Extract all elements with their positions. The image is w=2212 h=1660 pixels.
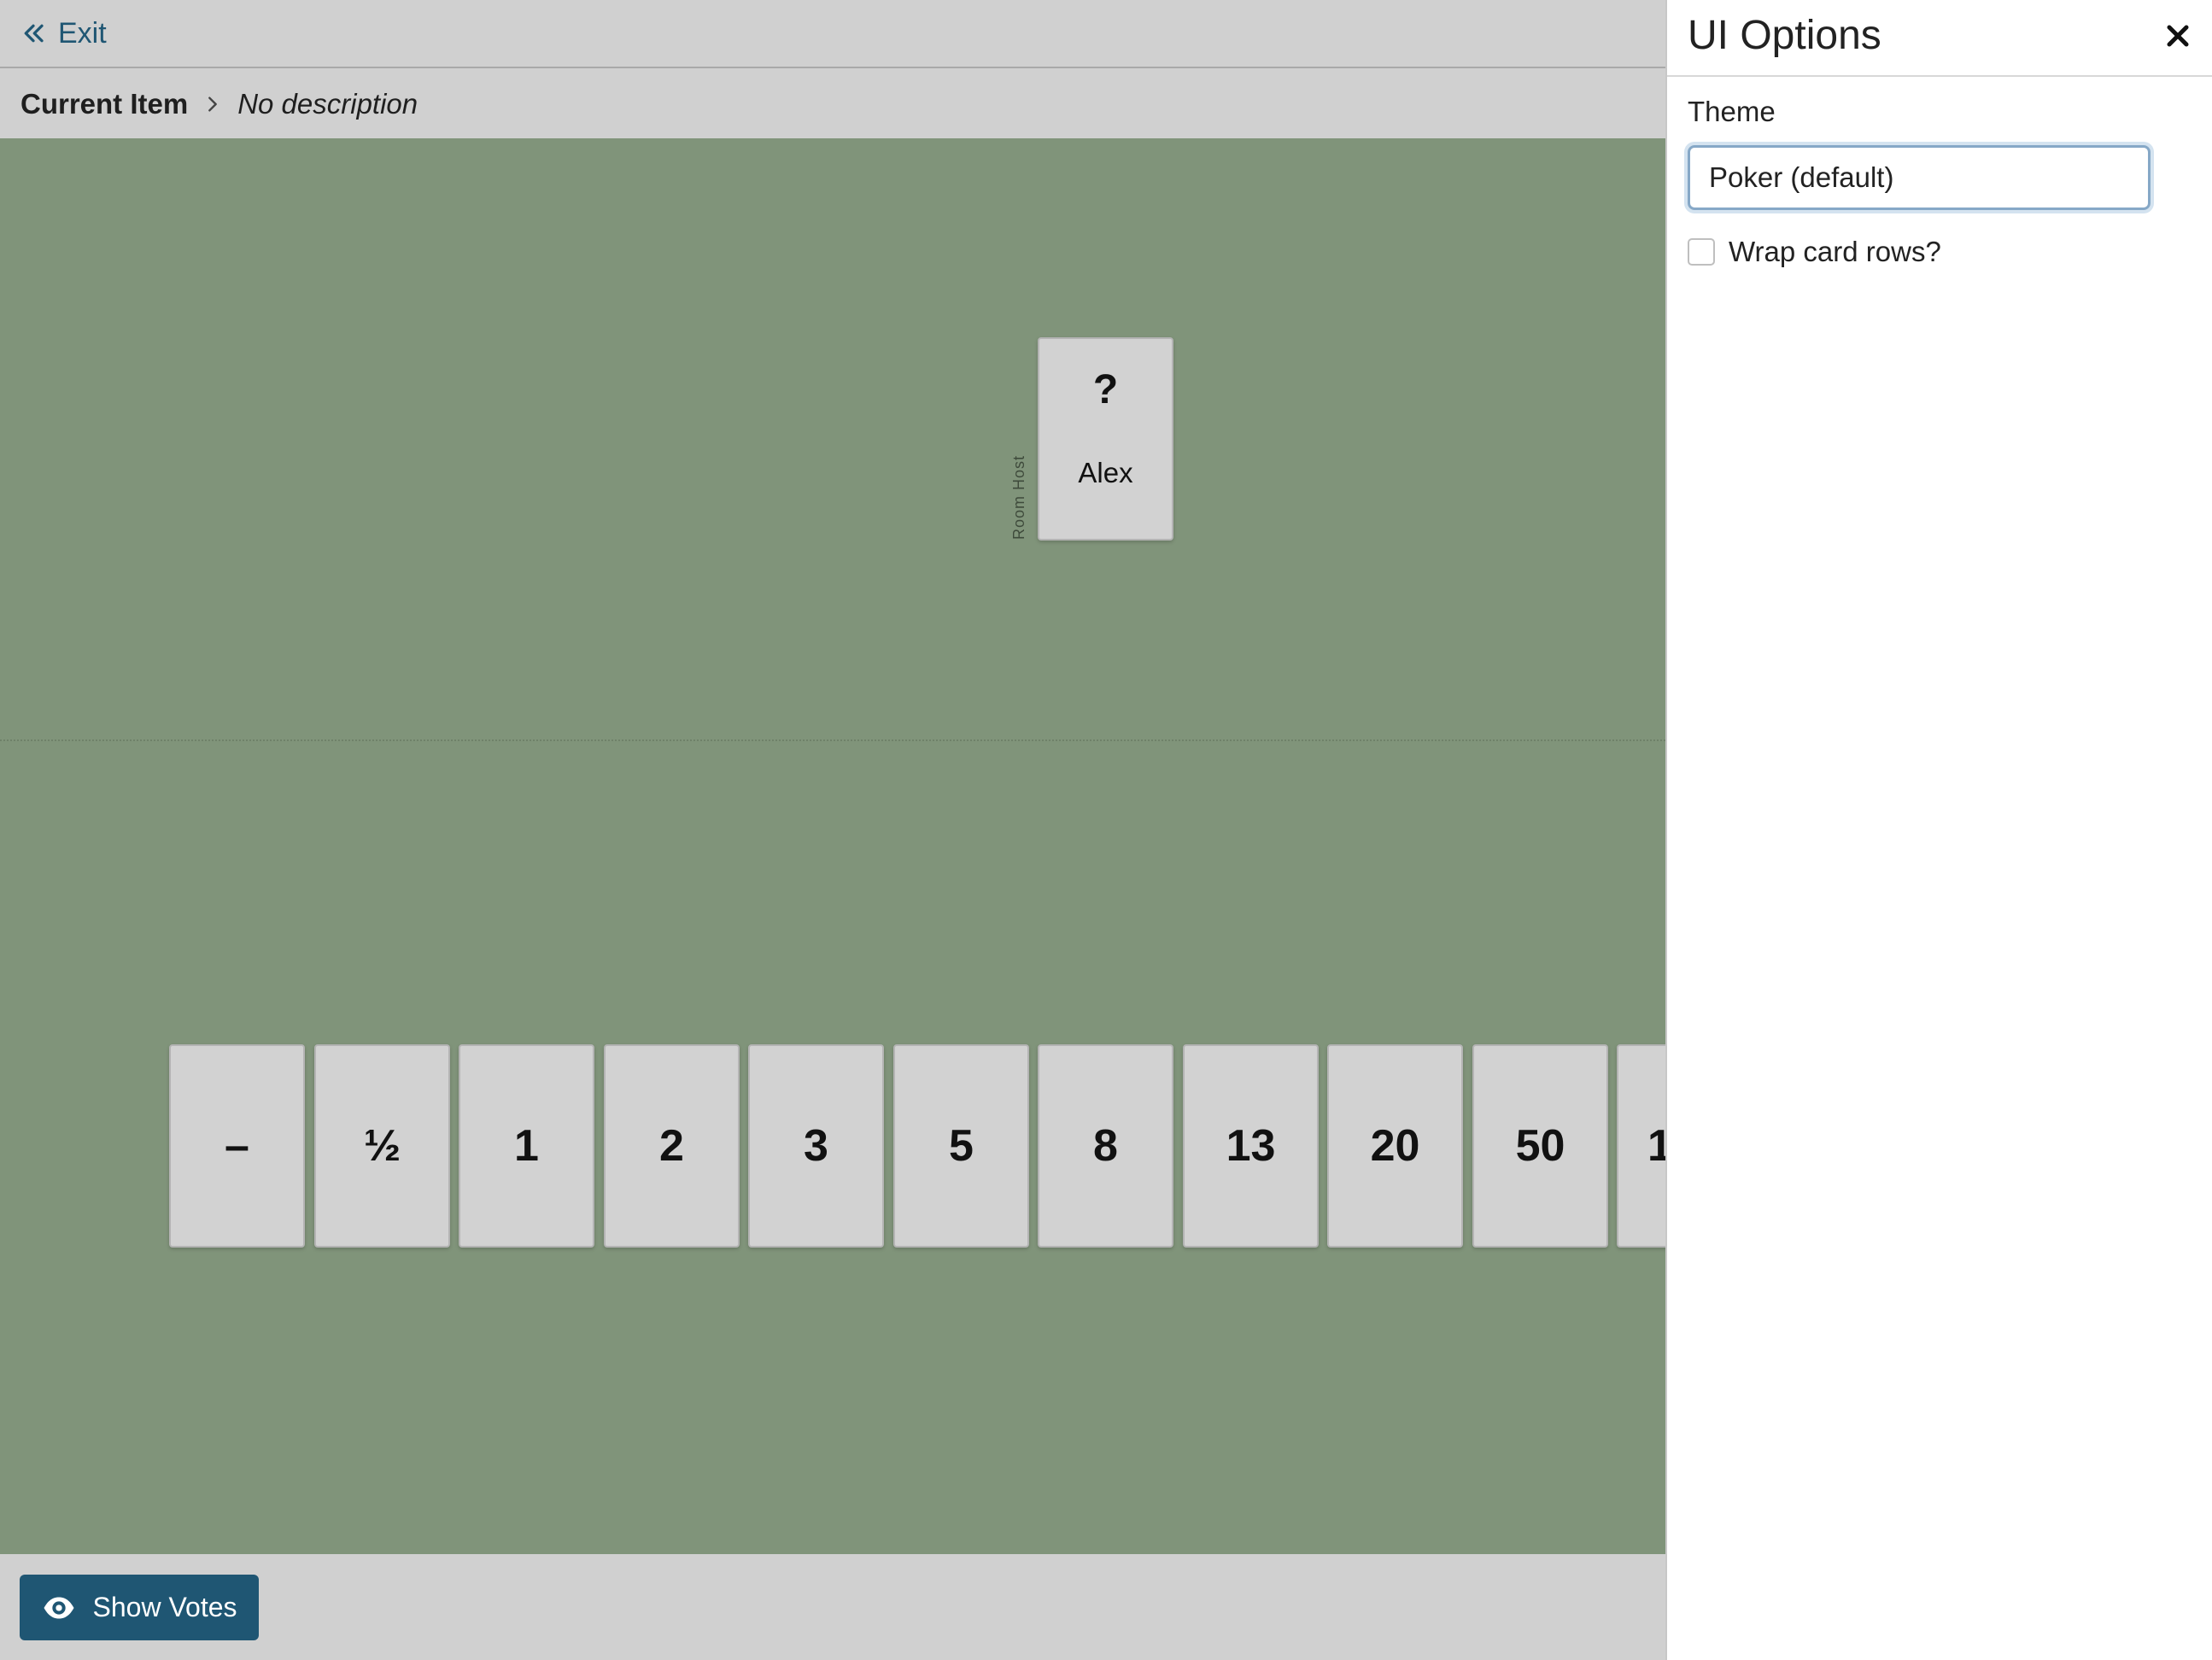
hand-card-value: 13 bbox=[1226, 1121, 1276, 1171]
wrap-card-rows-checkbox[interactable] bbox=[1688, 238, 1715, 266]
player-card: ? Alex bbox=[1038, 337, 1173, 541]
app-root: Exit Current Item No description Room Ho… bbox=[0, 0, 2212, 1660]
exit-link[interactable]: Exit bbox=[20, 17, 107, 50]
hand-card[interactable]: – bbox=[169, 1044, 305, 1248]
exit-label: Exit bbox=[58, 16, 107, 50]
player-role-label: Room Host bbox=[1010, 454, 1027, 540]
breadcrumb: Current Item No description bbox=[0, 70, 1665, 138]
double-chevron-left-icon bbox=[24, 24, 44, 43]
bottom-bar: Show Votes bbox=[0, 1554, 1665, 1660]
hand-card[interactable]: 50 bbox=[1472, 1044, 1608, 1248]
player-name: Alex bbox=[1078, 457, 1133, 488]
hand-card-value: 1 bbox=[1647, 1121, 1665, 1171]
poker-table: Room Host ? Alex – ½ 1 2 3 5 8 13 20 50 … bbox=[0, 138, 1665, 1554]
theme-select-value: Poker (default) bbox=[1709, 161, 1894, 193]
panel-title: UI Options bbox=[1688, 13, 1881, 58]
hand-card[interactable]: 8 bbox=[1038, 1044, 1173, 1248]
hand-card[interactable]: 1 bbox=[459, 1044, 594, 1248]
hand-card[interactable]: 13 bbox=[1183, 1044, 1319, 1248]
hand-card-value: 50 bbox=[1515, 1121, 1565, 1171]
player-vote: ? bbox=[1092, 367, 1119, 412]
hand-card[interactable]: ½ bbox=[314, 1044, 450, 1248]
planning-poker-room: Exit Current Item No description Room Ho… bbox=[0, 0, 1665, 1660]
hand-card[interactable]: 3 bbox=[748, 1044, 884, 1248]
item-description: No description bbox=[237, 88, 418, 120]
hand-card-value: 3 bbox=[804, 1121, 828, 1171]
wrap-card-rows-option[interactable]: Wrap card rows? bbox=[1688, 236, 1941, 268]
ui-options-panel: UI Options Theme Poker (default) Wrap ca… bbox=[1665, 0, 2212, 1660]
hand-card-value: 1 bbox=[514, 1121, 539, 1171]
hand-card-value: – bbox=[225, 1121, 249, 1171]
hand-card-value: 2 bbox=[659, 1121, 684, 1171]
chevron-right-icon bbox=[208, 96, 218, 112]
top-bar: Exit bbox=[0, 0, 1665, 68]
wrap-card-rows-label: Wrap card rows? bbox=[1729, 236, 1941, 267]
show-votes-label: Show Votes bbox=[92, 1592, 237, 1622]
hand-card-value: 20 bbox=[1370, 1121, 1420, 1171]
theme-select[interactable]: Poker (default) bbox=[1688, 145, 2151, 210]
panel-header: UI Options bbox=[1667, 0, 2212, 77]
eye-icon bbox=[44, 1597, 73, 1618]
hand-card[interactable]: 5 bbox=[893, 1044, 1029, 1248]
hand-card-value: ½ bbox=[363, 1121, 401, 1171]
card-hand: – ½ 1 2 3 5 8 13 20 50 1 bbox=[0, 1044, 1665, 1249]
hand-card-value: 5 bbox=[949, 1121, 974, 1171]
show-votes-button[interactable]: Show Votes bbox=[20, 1575, 259, 1640]
table-divider bbox=[0, 739, 1665, 741]
theme-label: Theme bbox=[1688, 96, 1776, 127]
hand-card[interactable]: 2 bbox=[604, 1044, 740, 1248]
hand-card[interactable]: 1 bbox=[1617, 1044, 1665, 1248]
hand-card-value: 8 bbox=[1093, 1121, 1118, 1171]
breadcrumb-current-item: Current Item bbox=[20, 88, 189, 120]
close-icon[interactable] bbox=[2161, 19, 2195, 53]
hand-card[interactable]: 20 bbox=[1327, 1044, 1463, 1248]
